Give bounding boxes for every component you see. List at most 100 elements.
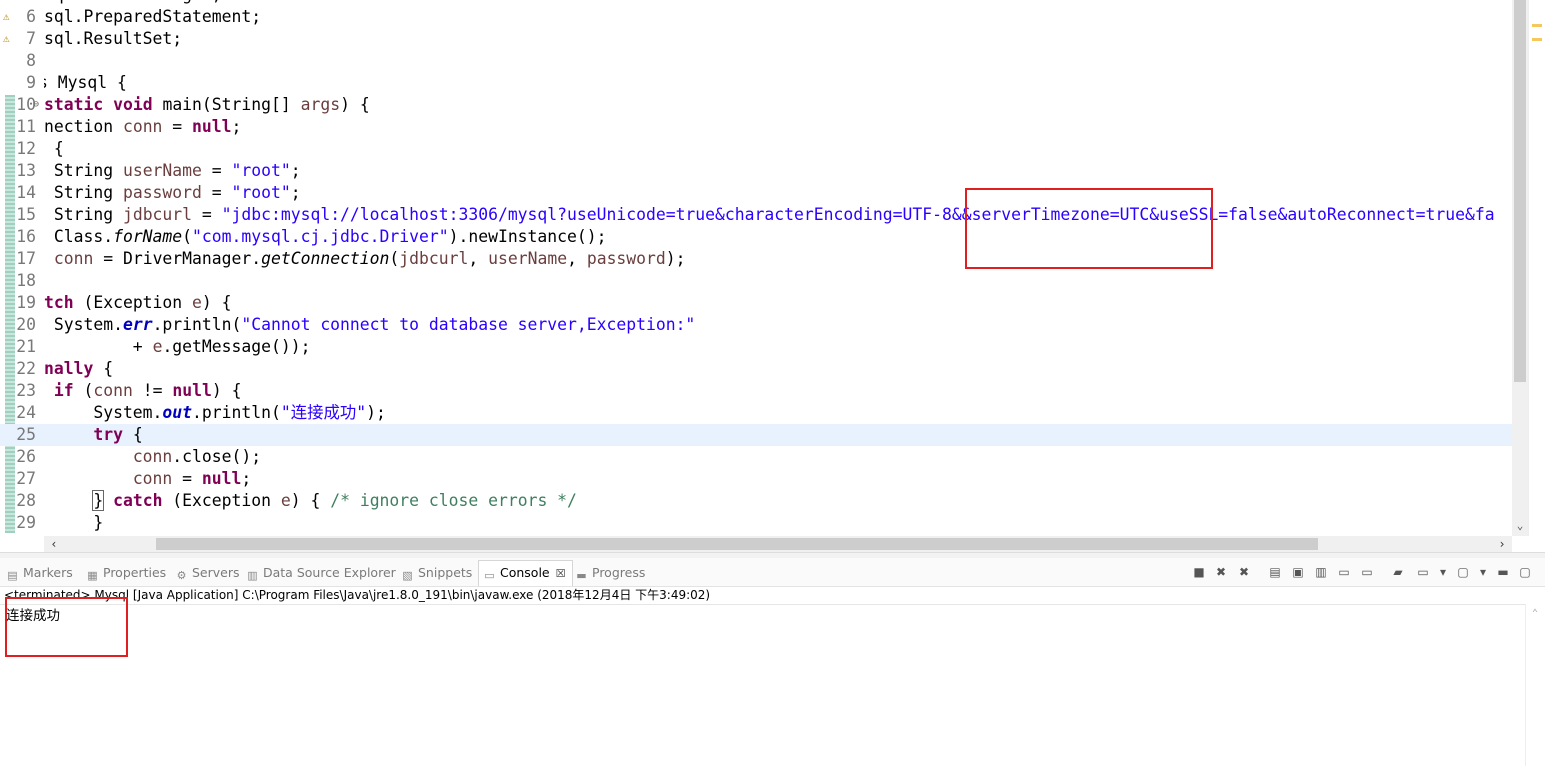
tab-markers[interactable]: ▤ Markers xyxy=(6,562,72,584)
snippets-icon: ▧ xyxy=(402,569,413,582)
code-text: s Mysql { xyxy=(44,73,127,92)
code-text: conn = null; xyxy=(132,469,252,488)
code-text: conn.close(); xyxy=(132,447,262,466)
tab-label: Servers xyxy=(192,565,240,580)
editor-vertical-scrollbar[interactable]: ⌄ xyxy=(1512,0,1528,536)
warning-marker-icon[interactable] xyxy=(1532,24,1542,27)
line-number: 9 xyxy=(26,73,36,92)
code-editor[interactable]: ⚠⚠ 5sql.DriverManager;6sql.PreparedState… xyxy=(0,0,1545,552)
code-line[interactable]: 14 String password = "root"; xyxy=(0,182,1512,204)
scroll-down-arrow-icon[interactable]: ⌄ xyxy=(1512,518,1528,534)
line-number: 24 xyxy=(16,403,36,422)
code-text: sql.ResultSet; xyxy=(44,29,183,48)
markers-icon: ▤ xyxy=(7,569,18,582)
clear-console-icon[interactable]: ▤ xyxy=(1268,565,1282,579)
line-number: 17 xyxy=(16,249,36,268)
code-line[interactable]: 21 + e.getMessage()); xyxy=(0,336,1512,358)
new-console-dropdown-icon[interactable]: ▾ xyxy=(1476,565,1490,579)
tab-label: Data Source Explorer xyxy=(263,565,396,580)
code-line[interactable]: 6 sql.PreparedStatement; xyxy=(0,6,1512,28)
line-number: 14 xyxy=(16,183,36,202)
tab-snippets[interactable]: ▧ Snippets xyxy=(401,562,472,584)
new-console-icon[interactable]: ▢ xyxy=(1456,565,1470,579)
remove-all-icon[interactable]: ✖ xyxy=(1237,565,1251,579)
pin-console-icon[interactable]: ▰ xyxy=(1391,565,1405,579)
code-text: nally { xyxy=(44,359,114,378)
line-number: 15 xyxy=(16,205,36,224)
console-output[interactable]: 连接成功 xyxy=(0,604,1531,767)
code-line[interactable]: 25 try { xyxy=(0,424,1512,446)
code-line[interactable]: 8 xyxy=(0,50,1512,72)
line-number: 26 xyxy=(16,447,36,466)
console-view: ▤ Markers ▦ Properties ⚙ Servers ▥ Data Source … xyxy=(0,558,1545,766)
code-line[interactable]: 16 Class.forName("com.mysql.cj.jdbc.Driv… xyxy=(0,226,1512,248)
line-number: 6 xyxy=(26,7,36,26)
code-text: String userName = "root"; xyxy=(44,161,301,180)
maximize-icon[interactable]: ▢ xyxy=(1518,565,1532,579)
overview-ruler[interactable] xyxy=(1528,0,1545,536)
tab-label: Console xyxy=(500,565,550,580)
code-line[interactable]: 28 } catch (Exception e) { /* ignore clo… xyxy=(0,490,1512,512)
code-line[interactable]: 22 nally { xyxy=(0,358,1512,380)
warning-marker-icon[interactable] xyxy=(1532,38,1542,41)
code-line[interactable]: 9 s Mysql { xyxy=(0,72,1512,94)
horizontal-scroll-thumb[interactable] xyxy=(156,538,1318,550)
line-number: 12 xyxy=(16,139,36,158)
code-line[interactable]: 29 } xyxy=(0,512,1512,534)
code-text: System.out.println("连接成功"); xyxy=(44,403,386,422)
code-text: tch (Exception e) { xyxy=(44,293,232,312)
close-tab-icon[interactable]: ☒ xyxy=(556,567,566,580)
tab-progress[interactable]: ▬ Progress xyxy=(575,562,645,584)
remove-launch-icon[interactable]: ✖ xyxy=(1214,565,1228,579)
code-line[interactable]: 27 conn = null; xyxy=(0,468,1512,490)
code-text: conn = DriverManager.getConnection(jdbcu… xyxy=(53,249,686,268)
editor-horizontal-scrollbar[interactable]: ‹ › xyxy=(44,536,1512,552)
code-line[interactable]: 20 System.err.println("Cannot connect to… xyxy=(0,314,1512,336)
show-on-stdout-icon[interactable]: ▭ xyxy=(1337,565,1351,579)
vertical-scroll-thumb[interactable] xyxy=(1514,0,1526,382)
code-line[interactable]: 17 conn = DriverManager.getConnection(jd… xyxy=(0,248,1512,270)
line-number: 21 xyxy=(16,337,36,356)
code-text: { xyxy=(44,139,64,158)
code-line[interactable]: 11 nection conn = null; xyxy=(0,116,1512,138)
console-vertical-scrollbar[interactable]: ⌃ xyxy=(1525,604,1544,766)
code-line[interactable]: 23 if (conn != null) { xyxy=(0,380,1512,402)
line-number: 16 xyxy=(16,227,36,246)
word-wrap-icon[interactable]: ▥ xyxy=(1314,565,1328,579)
scroll-lock-icon[interactable]: ▣ xyxy=(1291,565,1305,579)
console-process-label: <terminated> Mysql [Java Application] C:… xyxy=(4,588,711,602)
line-number: 18 xyxy=(16,271,36,290)
tab-label: Properties xyxy=(103,565,167,580)
properties-icon: ▦ xyxy=(87,569,98,582)
minimize-icon[interactable]: ▬ xyxy=(1496,565,1510,579)
code-text: static void main(String[] args) { xyxy=(44,95,370,114)
display-console-icon[interactable]: ▭ xyxy=(1416,565,1430,579)
fold-toggle-icon[interactable]: ⊖ xyxy=(33,94,39,116)
scroll-left-arrow-icon[interactable]: ‹ xyxy=(46,536,62,552)
scroll-up-arrow-icon[interactable]: ⌃ xyxy=(1526,608,1544,619)
tab-datasource[interactable]: ▥ Data Source Explorer xyxy=(246,562,396,584)
code-line[interactable]: 19 tch (Exception e) { xyxy=(0,292,1512,314)
code-line[interactable]: 7 sql.ResultSet; xyxy=(0,28,1512,50)
tab-properties[interactable]: ▦ Properties xyxy=(86,562,166,584)
line-number: 25 xyxy=(16,425,36,444)
scroll-right-arrow-icon[interactable]: › xyxy=(1494,536,1510,552)
code-line[interactable]: 18 xyxy=(0,270,1512,292)
console-icon: ▭ xyxy=(484,569,495,582)
code-text: Class.forName("com.mysql.cj.jdbc.Driver"… xyxy=(44,227,607,246)
line-number: 8 xyxy=(26,51,36,70)
line-number: 7 xyxy=(26,29,36,48)
code-line[interactable]: 15 String jdbcurl = "jdbc:mysql://localh… xyxy=(0,204,1512,226)
code-text: if (conn != null) { xyxy=(53,381,242,400)
code-line[interactable]: 26 conn.close(); xyxy=(0,446,1512,468)
line-number: 23 xyxy=(16,381,36,400)
code-line[interactable]: 12 { xyxy=(0,138,1512,160)
tab-servers[interactable]: ⚙ Servers xyxy=(175,562,240,584)
terminate-icon[interactable]: ■ xyxy=(1192,565,1206,579)
code-line[interactable]: 24 System.out.println("连接成功"); xyxy=(0,402,1512,424)
show-on-stderr-icon[interactable]: ▭ xyxy=(1360,565,1374,579)
code-line[interactable]: 10 ⊖ static void main(String[] args) { xyxy=(0,94,1512,116)
display-console-dropdown-icon[interactable]: ▾ xyxy=(1436,565,1450,579)
code-line[interactable]: 13 String userName = "root"; xyxy=(0,160,1512,182)
tab-console[interactable]: ▭ Console ☒ xyxy=(478,560,573,586)
